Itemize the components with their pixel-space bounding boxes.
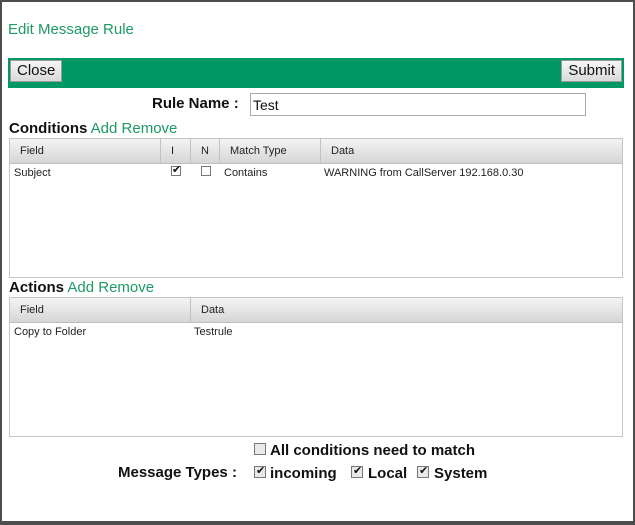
- edit-rule-dialog: Edit Message Rule Close Submit Rule Name…: [0, 0, 635, 525]
- condition-i-checkbox[interactable]: ✔: [171, 164, 182, 176]
- submit-button[interactable]: Submit: [561, 60, 622, 82]
- actions-grid-header: Field Data: [10, 298, 622, 323]
- conditions-add-link[interactable]: Add: [91, 120, 118, 137]
- action-field: Copy to Folder: [14, 326, 87, 338]
- actions-add-link[interactable]: Add: [67, 279, 94, 296]
- all-conditions-checkbox[interactable]: [254, 443, 266, 455]
- condition-n-checkbox[interactable]: [201, 166, 211, 176]
- table-row[interactable]: Subject ✔ Contains WARNING from CallServ…: [10, 164, 622, 184]
- condition-data: WARNING from CallServer 192.168.0.30: [324, 167, 524, 179]
- close-button[interactable]: Close: [10, 60, 63, 82]
- conditions-header: Conditions Add Remove: [9, 120, 177, 137]
- message-types-label: Message Types :: [118, 464, 237, 481]
- actions-label: Actions: [9, 279, 65, 296]
- rule-name-input[interactable]: [250, 93, 586, 116]
- rule-name-label: Rule Name :: [152, 95, 239, 112]
- incoming-label: incoming: [270, 465, 337, 482]
- checkmark-icon: ✔: [256, 465, 266, 477]
- column-header-field[interactable]: Field: [10, 298, 191, 322]
- conditions-remove-link[interactable]: Remove: [122, 120, 178, 137]
- actions-grid: Field Data Copy to Folder Testrule: [9, 297, 623, 437]
- actions-remove-link[interactable]: Remove: [98, 279, 154, 296]
- column-header-n[interactable]: N: [191, 139, 220, 163]
- conditions-label: Conditions: [9, 120, 88, 137]
- all-conditions-label: All conditions need to match: [270, 442, 476, 459]
- incoming-checkbox[interactable]: ✔: [254, 465, 266, 478]
- dialog-title: Edit Message Rule: [8, 21, 134, 38]
- column-header-field[interactable]: Field: [10, 139, 161, 163]
- checkmark-icon: ✔: [419, 465, 429, 477]
- toolbar: Close Submit: [8, 58, 624, 88]
- local-checkbox[interactable]: ✔: [351, 465, 363, 478]
- checkmark-icon: ✔: [353, 465, 363, 477]
- condition-field: Subject: [14, 167, 51, 179]
- column-header-i[interactable]: I: [161, 139, 191, 163]
- column-header-data[interactable]: Data: [321, 139, 622, 163]
- actions-header: Actions Add Remove: [9, 279, 154, 296]
- conditions-grid-header: Field I N Match Type Data: [10, 139, 622, 164]
- action-data: Testrule: [194, 326, 233, 338]
- column-header-match-type[interactable]: Match Type: [220, 139, 321, 163]
- system-checkbox[interactable]: ✔: [417, 465, 429, 478]
- condition-match-type: Contains: [224, 167, 268, 179]
- system-label: System: [434, 465, 488, 482]
- table-row[interactable]: Copy to Folder Testrule: [10, 323, 622, 343]
- local-label: Local: [368, 465, 408, 482]
- checkmark-icon: ✔: [172, 164, 182, 176]
- column-header-data[interactable]: Data: [191, 298, 622, 322]
- conditions-grid: Field I N Match Type Data Subject ✔ Cont…: [9, 138, 623, 278]
